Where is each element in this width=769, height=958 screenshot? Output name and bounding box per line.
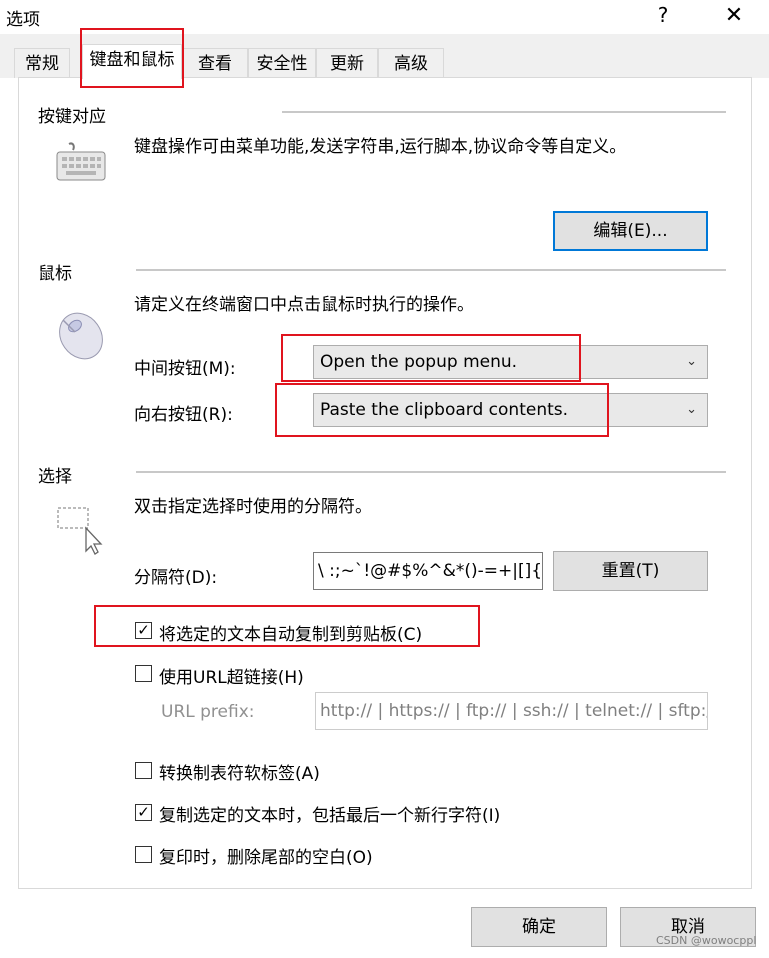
trim-trailing-label: 复印时，删除尾部的空白(O) <box>159 848 373 868</box>
annotation-box-tab <box>80 28 184 88</box>
mouse-divider <box>136 269 726 272</box>
include-newline-checkbox[interactable]: ✓ <box>135 804 152 821</box>
chevron-down-icon: ⌄ <box>686 354 697 369</box>
tab-convert-checkbox[interactable] <box>135 762 152 779</box>
tab-view[interactable]: 查看 <box>182 48 248 78</box>
selection-divider <box>136 471 726 474</box>
keyboard-icon <box>55 140 107 189</box>
selection-cursor-icon <box>55 504 107 561</box>
mouse-description: 请定义在终端窗口中点击鼠标时执行的操作。 <box>134 295 474 315</box>
url-prefix-input[interactable]: http:// | https:// | ftp:// | ssh:// | t… <box>315 692 708 730</box>
url-prefix-label: URL prefix: <box>161 702 255 722</box>
url-link-label: 使用URL超链接(H) <box>159 668 304 688</box>
keymap-section-title: 按键对应 <box>38 107 106 127</box>
tab-advanced[interactable]: 高级 <box>378 48 444 78</box>
include-newline-label: 复制选定的文本时，包括最后一个新行字符(I) <box>159 806 501 826</box>
close-icon[interactable]: ✕ <box>722 3 746 29</box>
trim-trailing-checkbox[interactable] <box>135 846 152 863</box>
tab-panel <box>18 77 752 889</box>
mouse-section-title: 鼠标 <box>38 264 72 284</box>
tab-security[interactable]: 安全性 <box>248 48 316 78</box>
reset-button[interactable]: 重置(T) <box>553 551 708 591</box>
delimiter-label: 分隔符(D): <box>134 568 218 588</box>
annotation-box-auto-copy <box>94 605 480 647</box>
annotation-box-right <box>275 383 609 437</box>
url-link-checkbox[interactable] <box>135 665 152 682</box>
tab-general[interactable]: 常规 <box>14 48 70 78</box>
selection-description: 双击指定选择时使用的分隔符。 <box>134 497 372 517</box>
window-title: 选项 <box>6 10 40 30</box>
help-icon[interactable]: ? <box>652 3 674 29</box>
tab-convert-label: 转换制表符软标签(A) <box>159 764 320 784</box>
mouse-icon <box>55 310 107 365</box>
watermark: CSDN @wowocppl <box>656 934 757 947</box>
chevron-down-icon: ⌄ <box>686 402 697 417</box>
tab-update[interactable]: 更新 <box>316 48 378 78</box>
edit-button[interactable]: 编辑(E)... <box>553 211 708 251</box>
right-button-label: 向右按钮(R): <box>134 405 233 425</box>
ok-button[interactable]: 确定 <box>471 907 607 947</box>
annotation-box-middle <box>281 334 581 382</box>
keymap-divider <box>282 111 726 114</box>
middle-button-label: 中间按钮(M): <box>134 359 236 379</box>
selection-section-title: 选择 <box>38 467 72 487</box>
keymap-description: 键盘操作可由菜单功能,发送字符串,运行脚本,协议命令等自定义。 <box>134 137 627 157</box>
delimiter-input[interactable]: \ :;~`!@#$%^&*()-=+|[]{}'" <box>313 552 543 590</box>
